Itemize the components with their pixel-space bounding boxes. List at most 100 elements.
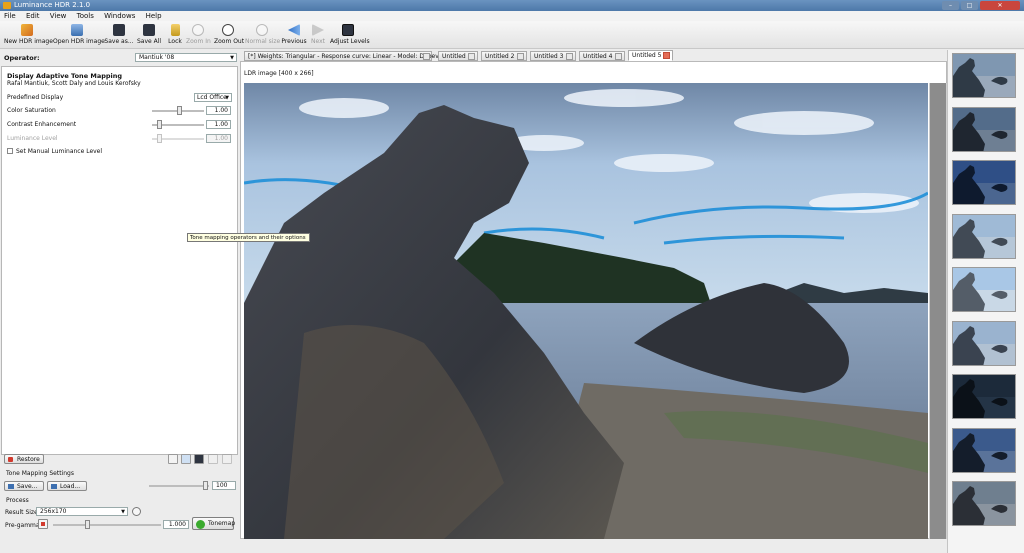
document-tabs: [*] Weights: Triangular - Response curve… bbox=[242, 50, 947, 61]
slider-handle[interactable] bbox=[177, 106, 182, 115]
restore-button[interactable]: Restore bbox=[4, 454, 44, 464]
menu-file[interactable]: File bbox=[0, 11, 20, 21]
tab-untitled-2[interactable]: Untitled 2 bbox=[481, 51, 527, 61]
previous-button[interactable]: Previous bbox=[281, 23, 307, 48]
pregamma-reset-button[interactable] bbox=[38, 519, 48, 529]
slider-handle[interactable] bbox=[203, 481, 208, 490]
vertical-scrollbar[interactable] bbox=[929, 83, 947, 539]
zoom-out-button[interactable]: Zoom Out bbox=[214, 23, 244, 48]
close-button[interactable]: ✕ bbox=[980, 1, 1020, 10]
tooltip: Tone mapping operators and their options bbox=[187, 233, 310, 242]
undo-icon[interactable] bbox=[208, 454, 218, 464]
operator-select[interactable]: Mantiuk '08 ▼ bbox=[135, 53, 237, 62]
preview-thumbnail[interactable] bbox=[952, 160, 1016, 205]
tone-mapping-panel: Operator: Mantiuk '08 ▼ Display Adaptive… bbox=[0, 50, 240, 553]
close-tab-icon[interactable] bbox=[423, 53, 430, 60]
color-saturation-spin[interactable]: 1.00 bbox=[206, 106, 231, 115]
lock-button[interactable]: Lock bbox=[166, 23, 184, 48]
open-hdr-button[interactable]: Open HDR image bbox=[53, 23, 105, 48]
contrast-enhancement-spin[interactable]: 1.00 bbox=[206, 120, 231, 129]
zoom-out-icon bbox=[222, 24, 234, 36]
luminance-level-slider[interactable] bbox=[152, 134, 204, 143]
operator-authors: Rafal Mantiuk, Scott Daly and Louis Kero… bbox=[7, 80, 141, 87]
save-all-icon bbox=[143, 24, 155, 36]
pregamma-spin[interactable]: 1.000 bbox=[163, 520, 189, 529]
tab-untitled-3[interactable]: Untitled 3 bbox=[530, 51, 576, 61]
operator-settings: Display Adaptive Tone Mapping Rafal Mant… bbox=[1, 66, 238, 455]
menu-help[interactable]: Help bbox=[142, 11, 166, 21]
redo-icon[interactable] bbox=[222, 454, 232, 464]
contrast-enhancement-label: Contrast Enhancement bbox=[7, 121, 77, 128]
pregamma-label: Pre-gamma: bbox=[5, 522, 42, 529]
blank-icon[interactable] bbox=[168, 454, 178, 464]
close-tab-icon[interactable] bbox=[615, 53, 622, 60]
save-all-button[interactable]: Save All bbox=[137, 23, 161, 48]
app-icon bbox=[3, 2, 11, 9]
operator-label: Operator: bbox=[4, 54, 40, 62]
preview-thumbnail[interactable] bbox=[952, 53, 1016, 98]
menu-windows[interactable]: Windows bbox=[100, 11, 139, 21]
tab-untitled[interactable]: Untitled bbox=[438, 51, 478, 61]
disk-icon[interactable] bbox=[194, 454, 204, 464]
load-settings-button[interactable]: Load... bbox=[47, 481, 87, 491]
preview-thumbnail[interactable] bbox=[952, 427, 1016, 473]
save-settings-button[interactable]: Save... bbox=[4, 481, 44, 491]
luminance-level-row: Luminance Level 1.00 bbox=[7, 134, 235, 144]
preview-thumbnail[interactable] bbox=[952, 106, 1016, 152]
ldr-image[interactable] bbox=[244, 83, 928, 539]
zoom-in-button[interactable]: Zoom In bbox=[186, 23, 211, 48]
close-tab-icon[interactable] bbox=[566, 53, 573, 60]
preview-thumbnail[interactable] bbox=[952, 267, 1016, 312]
menu-edit[interactable]: Edit bbox=[22, 11, 44, 21]
open-hdr-icon bbox=[71, 24, 83, 36]
predefined-display-label: Predefined Display bbox=[7, 94, 64, 101]
settings-slider[interactable] bbox=[149, 481, 209, 490]
minimize-button[interactable]: – bbox=[942, 1, 959, 10]
close-tab-icon[interactable] bbox=[468, 53, 475, 60]
preview-thumbnail[interactable] bbox=[952, 374, 1016, 419]
preview-panel bbox=[947, 50, 1024, 553]
new-hdr-icon bbox=[21, 24, 33, 36]
normal-size-button[interactable]: Normal size bbox=[245, 23, 280, 48]
operator-row: Operator: Mantiuk '08 ▼ bbox=[2, 53, 238, 63]
color-saturation-label: Color Saturation bbox=[7, 107, 56, 114]
arrow-right-icon bbox=[312, 24, 324, 36]
contrast-enhancement-slider[interactable] bbox=[152, 120, 204, 129]
result-size-label: Result Size: bbox=[5, 509, 40, 516]
color-saturation-row: Color Saturation 1.00 bbox=[7, 106, 235, 116]
result-size-select[interactable]: 256x170 ▼ bbox=[36, 507, 128, 516]
maximize-button[interactable]: □ bbox=[961, 1, 978, 10]
slider-handle[interactable] bbox=[157, 134, 162, 143]
menu-tools[interactable]: Tools bbox=[73, 11, 98, 21]
luminance-level-spin[interactable]: 1.00 bbox=[206, 134, 231, 143]
color-saturation-slider[interactable] bbox=[152, 106, 204, 115]
slider-handle[interactable] bbox=[85, 520, 90, 529]
predefined-display-select[interactable]: Lcd Office ▼ bbox=[194, 93, 232, 102]
landscape-image bbox=[244, 83, 928, 539]
tab-hdr[interactable]: [*] Weights: Triangular - Response curve… bbox=[244, 51, 446, 61]
manual-luminance-checkbox[interactable] bbox=[7, 148, 13, 154]
save-small-icon[interactable] bbox=[181, 454, 191, 464]
tab-untitled-4[interactable]: Untitled 4 bbox=[579, 51, 625, 61]
chevron-down-icon: ▼ bbox=[230, 55, 234, 61]
save-as-icon bbox=[113, 24, 125, 36]
settings-spin[interactable]: 100 bbox=[212, 481, 236, 490]
slider-handle[interactable] bbox=[157, 120, 162, 129]
preview-thumbnail[interactable] bbox=[952, 320, 1016, 366]
folder-icon bbox=[51, 484, 57, 489]
luminance-level-label: Luminance Level bbox=[7, 135, 58, 142]
scrollbar-thumb[interactable] bbox=[930, 83, 946, 539]
menu-view[interactable]: View bbox=[46, 11, 71, 21]
tab-untitled-5[interactable]: Untitled 5 bbox=[628, 50, 673, 61]
save-as-button[interactable]: Save as... bbox=[103, 23, 135, 48]
preview-thumbnail[interactable] bbox=[952, 213, 1016, 259]
new-hdr-button[interactable]: New HDR image bbox=[4, 23, 53, 48]
preview-thumbnail[interactable] bbox=[952, 481, 1016, 526]
close-tab-icon[interactable] bbox=[663, 52, 670, 59]
adjust-levels-button[interactable]: Adjust Levels bbox=[330, 23, 370, 48]
add-size-icon[interactable] bbox=[132, 507, 141, 516]
next-button[interactable]: Next bbox=[309, 23, 327, 48]
close-tab-icon[interactable] bbox=[517, 53, 524, 60]
tonemap-button[interactable]: Tonemap bbox=[192, 517, 235, 530]
pregamma-slider[interactable] bbox=[53, 520, 161, 529]
